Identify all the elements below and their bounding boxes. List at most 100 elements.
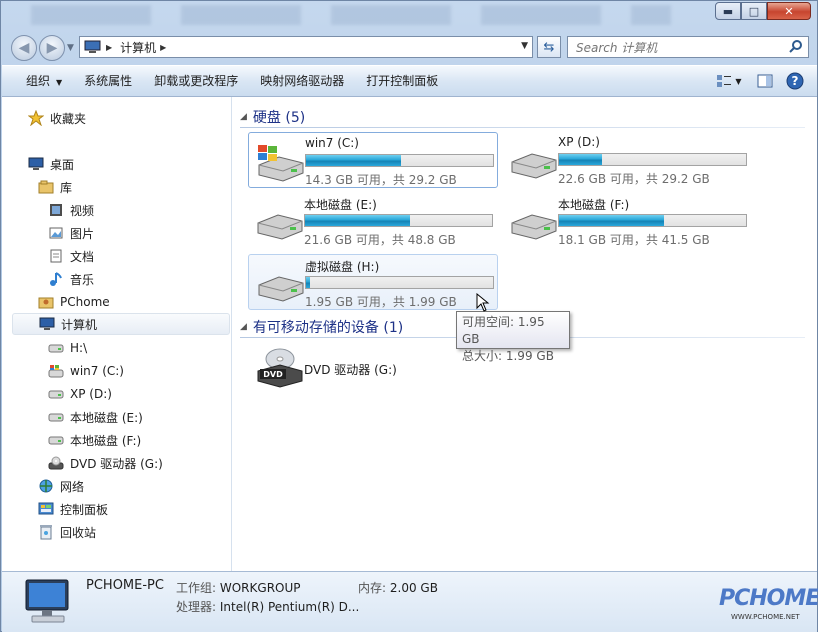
watermark-site: WWW.PCHOME.NET [731, 613, 800, 621]
address-row: ◀ ▶ ▼ ▶ 计算机 ▶ ▼ ⇆ [1, 31, 817, 63]
nav-label: 图片 [70, 226, 95, 241]
music-icon [50, 272, 62, 286]
recent-pages-dropdown[interactable]: ▼ [67, 43, 74, 53]
address-bar[interactable]: ▶ 计算机 ▶ ▼ [79, 36, 533, 58]
nav-item-pictures[interactable]: 图片 [48, 222, 94, 244]
nav-item-recycle-bin[interactable]: 回收站 [38, 521, 96, 543]
maximize-button[interactable]: □ [741, 2, 767, 20]
memory-value: 2.00 GB [389, 581, 438, 595]
preview-pane-button[interactable] [751, 70, 779, 92]
breadcrumb-computer[interactable]: 计算机 [120, 39, 156, 56]
refresh-button[interactable]: ⇆ [537, 36, 561, 58]
nav-label: XP (D:) [70, 387, 112, 401]
picture-icon [49, 227, 63, 239]
search-icon[interactable] [789, 39, 803, 53]
drive-free-space: 18.1 GB 可用，共 41.5 GB [558, 233, 710, 247]
preview-pane-icon [757, 74, 773, 88]
star-icon [28, 110, 44, 126]
title-bar: ▬ □ ✕ [1, 1, 817, 29]
nav-item-drive-h[interactable]: H:\ [48, 337, 87, 359]
drive-free-space: 22.6 GB 可用，共 29.2 GB [558, 172, 710, 186]
capacity-bar-fill [305, 215, 410, 226]
nav-item-computer[interactable]: 计算机 [12, 313, 230, 335]
forward-button[interactable]: ▶ [39, 35, 65, 61]
group-header-hard-disks[interactable]: ◢ 硬盘 (5) [240, 107, 805, 128]
nav-item-drive-c[interactable]: win7 (C:) [48, 360, 124, 382]
drive-tile-e[interactable]: 本地磁盘 (E:) 21.6 GB 可用，共 48.8 GB [248, 193, 498, 249]
system-properties-button[interactable]: 系统属性 [73, 70, 143, 92]
nav-item-desktop[interactable]: 桌面 [28, 153, 74, 175]
collapse-triangle-icon[interactable]: ◢ [240, 112, 247, 122]
search-input[interactable] [574, 38, 788, 58]
search-box[interactable] [567, 36, 809, 58]
drive-tile-c[interactable]: win7 (C:) 14.3 GB 可用，共 29.2 GB [248, 132, 498, 188]
nav-item-drive-f[interactable]: 本地磁盘 (F:) [48, 429, 141, 451]
minimize-button[interactable]: ▬ [715, 2, 741, 20]
nav-label: win7 (C:) [70, 364, 124, 378]
computer-icon [39, 317, 55, 330]
organize-button[interactable]: 组织 ▼ [15, 70, 73, 92]
nav-label: 视频 [70, 203, 95, 218]
tooltip-total-size: 总大小: 1.99 GB [462, 349, 554, 363]
refresh-icon: ⇆ [543, 39, 555, 55]
view-options-button[interactable]: ▼ [715, 70, 743, 92]
drive-tile-h[interactable]: 虚拟磁盘 (H:) 1.95 GB 可用，共 1.99 GB [248, 254, 498, 310]
group-title: 有可移动存储的设备 (1) [252, 320, 404, 336]
workgroup-label: 工作组: [176, 581, 217, 595]
nav-item-control-panel[interactable]: 控制面板 [38, 498, 108, 520]
memory-label: 内存: [358, 581, 387, 595]
drive-free-space: 14.3 GB 可用，共 29.2 GB [305, 173, 457, 187]
nav-item-drive-d[interactable]: XP (D:) [48, 383, 112, 405]
nav-item-drive-e[interactable]: 本地磁盘 (E:) [48, 406, 143, 428]
nav-item-documents[interactable]: 文档 [48, 245, 94, 267]
nav-item-network[interactable]: 网络 [38, 475, 84, 497]
drive-tile-f[interactable]: 本地磁盘 (F:) 18.1 GB 可用，共 41.5 GB [502, 193, 752, 249]
breadcrumb-arrow-icon[interactable]: ▶ [160, 43, 166, 52]
collapse-triangle-icon[interactable]: ◢ [240, 322, 247, 332]
nav-item-videos[interactable]: 视频 [48, 199, 94, 221]
drive-name: DVD 驱动器 (G:) [304, 363, 397, 377]
nav-label: 本地磁盘 (F:) [70, 433, 142, 448]
drive-name: 虚拟磁盘 (H:) [305, 260, 380, 274]
drive-icon [258, 276, 304, 302]
mouse-cursor-icon [476, 293, 490, 312]
watermark-brand: PCHOME [719, 586, 818, 611]
nav-label: 音乐 [70, 272, 95, 287]
navigation-pane[interactable]: 收藏夹 桌面 库 视频 图片 文档 音乐 PChome 计算机 H:\ win7… [2, 97, 232, 571]
nav-label: 网络 [60, 479, 85, 494]
breadcrumb-arrow-icon[interactable]: ▶ [106, 43, 112, 52]
windows-drive-icon [48, 365, 64, 378]
uninstall-button[interactable]: 卸载或更改程序 [143, 70, 249, 92]
dvd-icon [48, 456, 64, 470]
nav-item-libraries[interactable]: 库 [38, 176, 72, 198]
main-area: 收藏夹 桌面 库 视频 图片 文档 音乐 PChome 计算机 H:\ win7… [2, 97, 817, 571]
recycle-bin-icon [40, 525, 52, 540]
nav-item-dvd-g[interactable]: DVD 驱动器 (G:) [48, 452, 163, 474]
forward-arrow-icon: ▶ [46, 40, 58, 56]
nav-label: 文档 [70, 249, 95, 264]
back-arrow-icon: ◀ [18, 40, 30, 56]
dvd-drive-tile[interactable]: DVD DVD 驱动器 (G:) [248, 341, 428, 397]
computer-icon [84, 40, 101, 53]
caption-buttons: ▬ □ ✕ [715, 2, 811, 20]
address-dropdown-icon[interactable]: ▼ [521, 41, 528, 51]
capacity-bar-fill [306, 277, 310, 288]
open-control-panel-button[interactable]: 打开控制面板 [355, 70, 449, 92]
nav-item-favorites[interactable]: 收藏夹 [28, 107, 86, 129]
capacity-bar [305, 154, 494, 167]
back-button[interactable]: ◀ [11, 35, 37, 61]
nav-item-music[interactable]: 音乐 [48, 268, 94, 290]
drive-icon [48, 390, 64, 399]
user-folder-icon [38, 297, 54, 309]
drive-name: 本地磁盘 (F:) [558, 198, 630, 212]
nav-label: 库 [60, 180, 73, 195]
nav-label: 回收站 [60, 525, 97, 540]
nav-label: DVD 驱动器 (G:) [70, 456, 163, 471]
drive-tile-d[interactable]: XP (D:) 22.6 GB 可用，共 29.2 GB [502, 132, 752, 188]
nav-item-pchome[interactable]: PChome [38, 291, 110, 313]
cpu-info: 处理器: Intel(R) Pentium(R) D... [176, 598, 359, 615]
close-button[interactable]: ✕ [767, 2, 811, 20]
help-button[interactable]: ? [781, 70, 809, 92]
drive-icon [48, 436, 64, 445]
map-network-drive-button[interactable]: 映射网络驱动器 [249, 70, 355, 92]
